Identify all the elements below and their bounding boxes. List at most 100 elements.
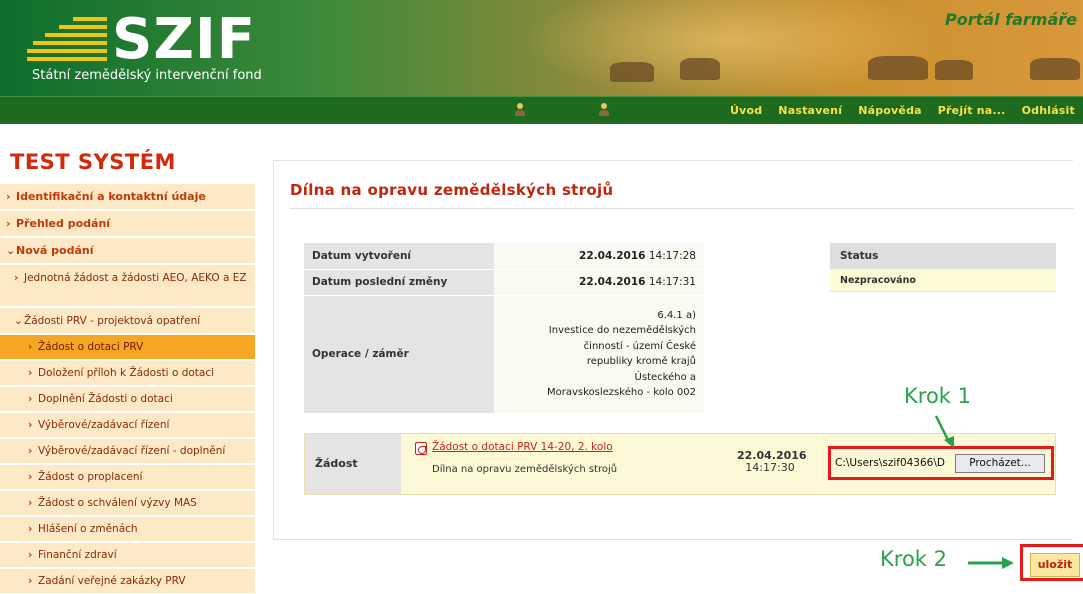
nav-home[interactable]: Úvod [722,97,770,125]
sidebar-item-new-submissions[interactable]: ⌄Nová podání [0,238,255,264]
sidebar-item-completion[interactable]: › Doplnění Žádosti o dotaci [0,387,255,412]
step2-annotation: Krok 2 [880,547,947,571]
sidebar-item-single-application[interactable]: › Jednotná žádost a žádosti AEO, AEKO a E… [0,265,255,307]
sidebar-item-mas-call[interactable]: › Žádost o schválení výzvy MAS [0,491,255,516]
changed-time: 14:17:31 [648,276,696,288]
sidebar-item-label: Žádosti PRV - projektová opatření [24,315,201,327]
chevron-right-icon: › [28,549,33,561]
chevron-down-icon: ⌄ [14,315,23,327]
sidebar-item-prv-requests[interactable]: ⌄Žádosti PRV - projektová opatření [0,308,255,334]
operation-line: Ústeckého a [634,371,696,383]
user-icon [514,103,526,117]
status-header: Status [830,243,1056,269]
operation-label: Operace / záměr [304,295,494,414]
nav-links: Úvod Nastavení Nápověda Přejít na... Odh… [722,97,1083,125]
sidebar-item-tender-completion[interactable]: › Výběrové/zadávací řízení - doplnění [0,439,255,464]
sidebar-item-prv-grant[interactable]: › Žádost o dotaci PRV [0,335,255,360]
table-row: Datum vytvoření 22.04.2016 14:17:28 [304,243,704,270]
arrow-down-icon [934,415,954,448]
created-label: Datum vytvoření [304,243,494,270]
chevron-right-icon: › [28,367,33,379]
save-highlight: uložit [1020,544,1083,581]
sidebar-item-attachments[interactable]: › Doložení příloh k Žádosti o dotaci [0,361,255,386]
portal-title: Portál farmáře [945,10,1077,29]
sidebar-item-label: Žádost o schválení výzvy MAS [38,497,197,509]
step1-annotation: Krok 1 [904,384,971,408]
cow-image [610,62,654,82]
arrow-right-icon [968,557,1014,569]
sidebar-item-change-report[interactable]: › Hlášení o změnách [0,517,255,542]
pdf-icon [415,442,427,455]
operation-line: Moravskoslezského - kolo 002 [547,387,696,398]
chevron-right-icon: › [28,575,33,587]
file-path-input[interactable]: C:\Users\szif04366\D [835,455,957,472]
save-button[interactable]: uložit [1030,553,1080,577]
main-panel: Dílna na opravu zemědělských strojů Datu… [273,160,1074,540]
sidebar-item-financial-health[interactable]: › Finanční zdraví [0,543,255,568]
operation-value: 6.4.1 a) Investice do nezemědělských čin… [494,295,704,414]
request-date: 22.04.2016 [737,449,807,462]
nav-help[interactable]: Nápověda [850,97,930,125]
chevron-right-icon: › [28,393,33,405]
sidebar-item-label: Hlášení o změnách [38,523,138,535]
table-row: Operace / záměr 6.4.1 a) Investice do ne… [304,295,704,414]
operation-line: republiky kromě krajů [586,356,696,367]
chevron-right-icon: › [6,190,11,203]
chevron-down-icon: ⌄ [6,244,16,257]
system-title: TEST SYSTÉM [10,150,176,174]
sidebar-item-label: Žádost o dotaci PRV [38,341,144,353]
cow-image [1030,58,1080,80]
szif-logo-stripes [27,17,107,65]
created-time: 14:17:28 [648,249,696,262]
info-table: Datum vytvoření 22.04.2016 14:17:28 Datu… [304,243,704,414]
sidebar-item-public-contract[interactable]: › Zadání veřejné zakázky PRV [0,569,255,594]
request-document-link[interactable]: Žádost o dotaci PRV 14-20, 2. kolo [432,441,613,453]
chevron-right-icon: › [6,217,11,230]
sidebar-item-label: Doplnění Žádosti o dotaci [38,393,173,405]
brand-logo[interactable]: SZIF [112,12,256,68]
changed-value: 22.04.2016 14:17:31 [494,269,704,296]
chevron-right-icon: › [28,497,33,509]
sidebar-item-label: Identifikační a kontaktní údaje [16,190,206,203]
sidebar: TEST SYSTÉM › Identifikační a kontaktní ú… [0,124,255,594]
sidebar-item-payment[interactable]: › Žádost o proplacení [0,465,255,490]
page-title: Dílna na opravu zemědělských strojů [290,181,614,199]
nav-logout[interactable]: Odhlásit [1014,97,1083,125]
chevron-right-icon: › [28,341,33,353]
chevron-right-icon: › [28,523,33,535]
operation-line: 6.4.1 a) [657,309,696,321]
chevron-right-icon: › [28,445,33,457]
request-description: Dílna na opravu zemědělských strojů [432,464,618,475]
created-value: 22.04.2016 14:17:28 [494,243,704,270]
operation-line: činností - území České [583,340,696,352]
nav-settings[interactable]: Nastavení [770,97,850,125]
chevron-right-icon: › [28,471,33,483]
browse-button[interactable]: Procházet... [955,454,1045,473]
sidebar-item-tender[interactable]: › Výběrové/zadávací řízení [0,413,255,438]
cow-image [935,60,973,80]
user-icon [598,103,610,117]
sidebar-item-label: Finanční zdraví [38,549,117,561]
chevron-right-icon: › [14,272,19,284]
sidebar-item-label: Doložení příloh k Žádosti o dotaci [38,367,215,379]
banner-glow [520,0,940,100]
request-label: Žádost [305,434,401,494]
sidebar-item-overview[interactable]: › Přehled podání [0,211,255,237]
created-date: 22.04.2016 [579,249,646,262]
status-box: Status Nezpracováno [830,243,1056,292]
divider [290,208,1074,209]
sidebar-item-label: Přehled podání [16,217,111,230]
nav-goto[interactable]: Přejít na... [930,97,1014,125]
brand-subtitle: Státní zemědělský intervenční fond [32,68,262,83]
cow-image [680,58,720,80]
changed-label: Datum poslední změny [304,269,494,296]
sidebar-item-label: Výběrové/zadávací řízení [38,419,170,431]
changed-date: 22.04.2016 [579,276,646,288]
header-banner: SZIF Státní zemědělský intervenční fond … [0,0,1083,100]
operation-line: Investice do nezemědělských [548,325,696,336]
sidebar-item-label: Žádost o proplacení [38,471,143,483]
request-time: 14:17:30 [745,461,795,474]
status-badge: Nezpracováno [830,269,1056,292]
sidebar-item-label: Výběrové/zadávací řízení - doplnění [38,445,226,457]
sidebar-item-identification[interactable]: › Identifikační a kontaktní údaje [0,184,255,210]
